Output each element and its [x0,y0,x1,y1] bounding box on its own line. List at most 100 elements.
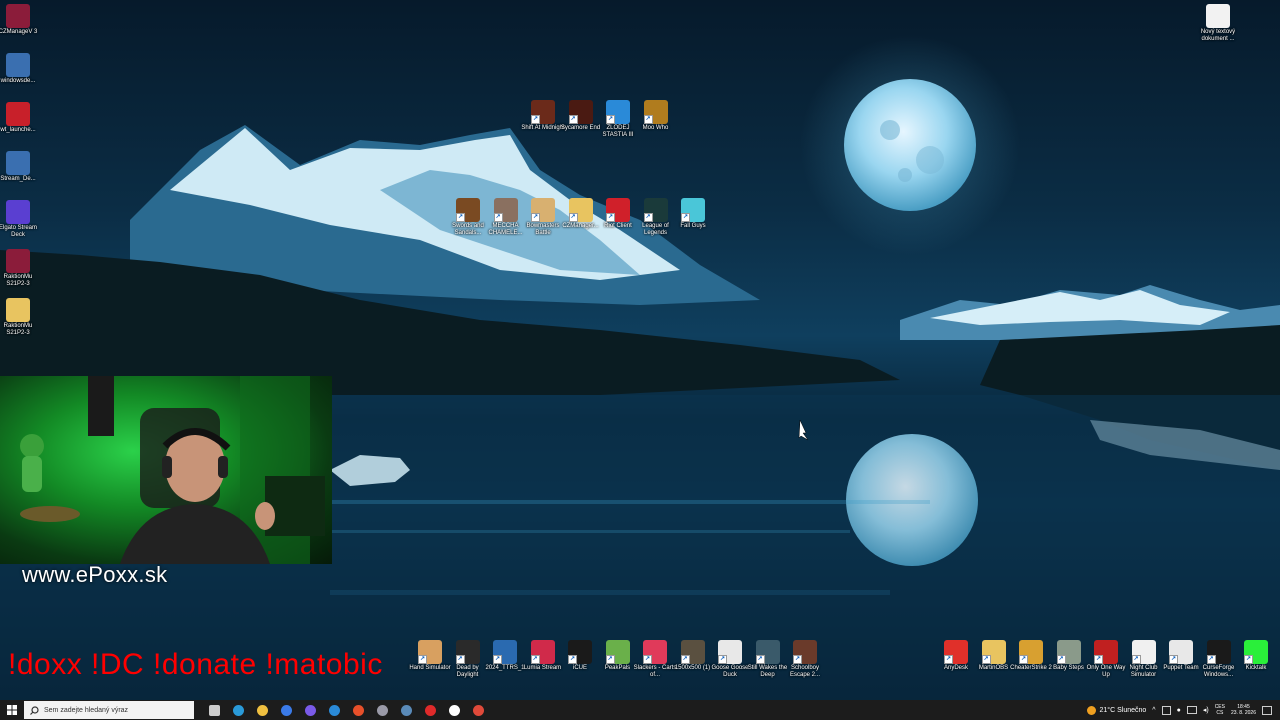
desktop-icon[interactable]: ↗ Riot Client [598,198,638,230]
taskbar-app-button[interactable] [418,700,442,720]
desktop-icon[interactable]: ↗ Hand Simulator [409,640,451,672]
taskbar-app-button[interactable] [322,700,346,720]
desktop-icon[interactable]: Stream_De... [0,151,38,183]
taskbar-app-button[interactable] [274,700,298,720]
desktop-icon[interactable]: ↗ Sycamore End [561,100,601,132]
taskbar-search-box[interactable]: Sem zadejte hledaný výraz [24,701,194,719]
desktop-icon[interactable]: ↗ Lumia Stream [523,640,563,672]
brave-icon [352,704,364,716]
shortcut-arrow-icon: ↗ [568,213,578,222]
desktop-icon[interactable]: ↗ League of Legends [636,198,676,237]
game-icon: ↗ [1094,640,1118,664]
taskbar-app-button[interactable] [394,700,418,720]
clock-date: 23. 8. 2026 [1230,710,1256,716]
search-icon [30,705,39,715]
desktop-icon[interactable]: ↗ 2024_TTRS_1 [485,640,525,672]
desktop-icon[interactable]: ↗ CurseForge Windows... [1199,640,1239,679]
desktop-icon[interactable]: RaktionMu S21P2-3 [0,249,38,288]
image-icon: ↗ [493,640,517,664]
desktop-icon[interactable]: ↗ MartinOBS [974,640,1014,672]
game-icon: ↗ [1131,640,1156,664]
desktop-icon[interactable]: ↗ Fall Guys [673,198,713,230]
volume-icon[interactable]: ◂) [1203,706,1209,714]
desktop-icon[interactable]: ↗ Moo Who [636,100,676,132]
shortcut-arrow-icon: ↗ [605,655,615,664]
game-icon: ↗ [1169,640,1193,664]
taskbar-app-button[interactable] [370,700,394,720]
desktop-icon[interactable]: wt_launche... [0,102,38,134]
desktop-icon[interactable]: windowsde... [0,53,38,85]
desktop-icon[interactable]: ↗ Baby Steps [1049,640,1089,672]
microphone-icon[interactable]: ● [1177,707,1181,714]
chrome-icon [472,704,484,716]
game-icon: ↗ [755,640,780,664]
desktop-icon[interactable]: Elgato Stream Deck [0,200,38,239]
desktop-icon[interactable]: ↗ Goose Goose Duck [710,640,750,679]
desktop-icon[interactable]: ↗ ZLODEJ STASTIA III [598,100,638,139]
desktop-icon[interactable]: ↗ iCUE [560,640,600,672]
webcam-overlay [0,376,332,564]
desktop-icon[interactable]: Nový textový dokument ... [1198,4,1238,43]
copilot-icon [304,704,316,716]
desktop-icon-label: CZManageV 3 [0,29,38,35]
start-button[interactable] [0,700,24,720]
desktop-icon-label: RaktionMu S21P2-3 [3,274,33,287]
kick-icon: ↗ [1244,640,1268,664]
desktop-icon[interactable]: ↗ Night Club Simulator [1124,640,1164,679]
desktop[interactable]: www.ePoxx.sk !doxx !DC !donate !matobic … [0,0,1280,700]
taskbar-app-button[interactable] [442,700,466,720]
game-icon: ↗ [1056,640,1081,664]
desktop-icon[interactable]: RaktionMu S21P2-3 [0,298,38,337]
shortcut-arrow-icon: ↗ [1169,655,1178,664]
desktop-icon[interactable]: ↗ MECCHA CHAMELE... [486,198,526,237]
taskbar-app-button[interactable] [202,700,226,720]
desktop-icon[interactable]: ↗ Only One Way Up [1086,640,1126,679]
game-icon: ↗ [793,640,817,664]
store-icon [280,704,292,716]
language-indicator[interactable]: CES CS [1215,704,1225,716]
shortcut-arrow-icon: ↗ [681,213,690,222]
desktop-icon[interactable]: ↗ Kicktalk [1236,640,1276,672]
notification-icon[interactable] [1262,705,1272,715]
tray-app-icon[interactable] [1161,705,1171,715]
game-icon: ↗ [643,640,667,664]
steam-icon [400,704,412,716]
desktop-icon[interactable]: ↗ CZManager... [561,198,601,230]
chevron-up-icon[interactable]: ^ [1152,707,1155,714]
desktop-icon[interactable]: ↗ 1500x500 (1) [673,640,713,672]
image-icon: ↗ [680,640,705,664]
taskbar-app-button[interactable] [250,700,274,720]
desktop-icon-label: windowsde... [0,78,36,84]
shortcut-arrow-icon: ↗ [493,655,502,664]
desktop-icon[interactable]: ↗ CheaterStrike 2 [1010,640,1052,672]
network-icon[interactable] [1186,706,1197,714]
desktop-icon[interactable]: ↗ Shift At Midnight [521,100,565,132]
weather-widget[interactable]: 21°C Slunečno [1086,705,1146,715]
shortcut-arrow-icon: ↗ [531,213,540,222]
folder-icon: ↗ [568,198,593,222]
desktop-icon[interactable]: ↗ Bowmasters Battle [523,198,563,237]
taskbar-app-button[interactable] [226,700,250,720]
desktop-icon[interactable]: ↗ Slackers - Carts of... [634,640,676,679]
taskbar-app-button[interactable] [346,700,370,720]
clock[interactable]: 18:45 23. 8. 2026 [1231,704,1256,716]
desktop-icon[interactable]: ↗ Swords and Sandals... [448,198,488,237]
desktop-icon[interactable]: ↗ PeakPals [598,640,638,672]
game-icon: ↗ [493,198,518,222]
taskbar-app-button[interactable] [466,700,490,720]
desktop-icon-label: Fall Guys [680,223,706,229]
desktop-icon[interactable]: ↗ AnyDesk [936,640,976,672]
desktop-icon[interactable]: ↗ Puppet Team [1161,640,1201,672]
warthunder-icon [6,102,30,126]
shortcut-arrow-icon: ↗ [718,655,727,664]
game-icon: ↗ [531,100,555,124]
anydesk-icon: ↗ [944,640,968,664]
desktop-icon[interactable]: ↗ Still Wakes the Deep [748,640,788,679]
desktop-icon[interactable]: ↗ Schoolboy Escape 2... [785,640,825,679]
desktop-icon-label: Elgato Stream Deck [0,225,38,238]
shortcut-arrow-icon: ↗ [643,115,653,124]
desktop-icon[interactable]: CZManageV 3 [0,4,38,36]
taskbar-app-button[interactable] [298,700,322,720]
desktop-icon[interactable]: ↗ Dead by Daylight [448,640,488,679]
setup-icon [6,53,30,77]
